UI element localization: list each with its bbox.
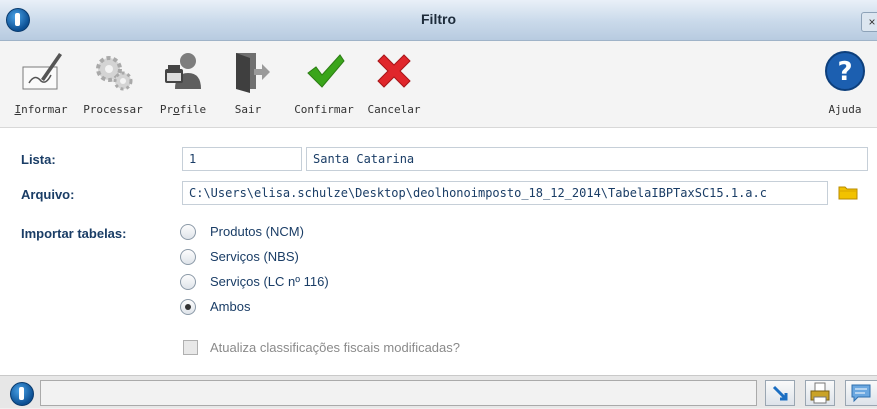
ajuda-button[interactable]: ? Ajuda bbox=[818, 41, 872, 127]
red-x-icon bbox=[377, 54, 411, 88]
diagonal-arrow-icon bbox=[772, 385, 788, 401]
lista-code-field[interactable]: 1 bbox=[182, 147, 302, 171]
atualiza-checkbox[interactable] bbox=[183, 340, 198, 355]
processar-label: Processar bbox=[83, 103, 143, 116]
status-bar bbox=[0, 375, 877, 408]
processar-button[interactable]: Processar bbox=[80, 41, 146, 127]
confirmar-button[interactable]: Confirmar bbox=[290, 41, 358, 127]
sair-label: Sair bbox=[234, 103, 262, 116]
radio-circle[interactable] bbox=[180, 249, 196, 265]
messages-button[interactable] bbox=[845, 380, 877, 406]
radio-circle[interactable] bbox=[180, 224, 196, 240]
cancelar-label: Cancelar bbox=[367, 103, 421, 116]
sair-button[interactable]: Sair bbox=[222, 41, 274, 127]
resize-arrow-button[interactable] bbox=[765, 380, 795, 406]
ajuda-label: Ajuda bbox=[828, 103, 862, 116]
close-button[interactable]: × bbox=[861, 12, 877, 32]
folder-browse-icon[interactable] bbox=[838, 184, 858, 200]
arquivo-label: Arquivo: bbox=[21, 187, 75, 202]
user-profile-icon bbox=[165, 53, 201, 89]
arquivo-path-field[interactable]: C:\Users\elisa.schulze\Desktop\deolhonoi… bbox=[182, 181, 828, 205]
lista-label: Lista: bbox=[21, 152, 56, 167]
printer-button[interactable] bbox=[805, 380, 835, 406]
atualiza-checkbox-label: Atualiza classificações fiscais modifica… bbox=[210, 340, 460, 355]
exit-door-icon bbox=[236, 53, 270, 93]
printer-icon bbox=[810, 382, 830, 404]
radio-circle[interactable] bbox=[180, 274, 196, 290]
pen-paper-icon bbox=[22, 53, 62, 90]
help-question-icon: ? bbox=[825, 51, 865, 91]
importar-tabelas-label: Importar tabelas: bbox=[21, 226, 127, 241]
radio-circle-selected[interactable] bbox=[180, 299, 196, 315]
toolbar: Informar Processar Profile Sair Confirma… bbox=[0, 41, 877, 128]
gears-icon bbox=[96, 56, 133, 91]
cancelar-button[interactable]: Cancelar bbox=[364, 41, 424, 127]
status-app-logo-icon[interactable] bbox=[10, 382, 34, 406]
window-title: Filtro bbox=[421, 11, 456, 27]
radio-label: Serviços (NBS) bbox=[210, 249, 299, 264]
informar-button[interactable]: Informar bbox=[6, 41, 76, 127]
checkmark-icon bbox=[307, 54, 345, 88]
lista-name-field[interactable]: Santa Catarina bbox=[306, 147, 868, 171]
chat-bubble-icon bbox=[851, 384, 871, 403]
title-bar: Filtro × bbox=[0, 0, 877, 41]
svg-text:?: ? bbox=[837, 57, 852, 87]
profile-button[interactable]: Profile bbox=[156, 41, 210, 127]
status-message-field bbox=[40, 380, 757, 406]
radio-label: Ambos bbox=[210, 299, 251, 314]
profile-label: Profile bbox=[159, 103, 207, 116]
radio-label: Serviços (LC nº 116) bbox=[210, 274, 329, 289]
informar-label: Informar bbox=[14, 103, 68, 116]
radio-label: Produtos (NCM) bbox=[210, 224, 304, 239]
confirmar-label: Confirmar bbox=[294, 103, 354, 116]
